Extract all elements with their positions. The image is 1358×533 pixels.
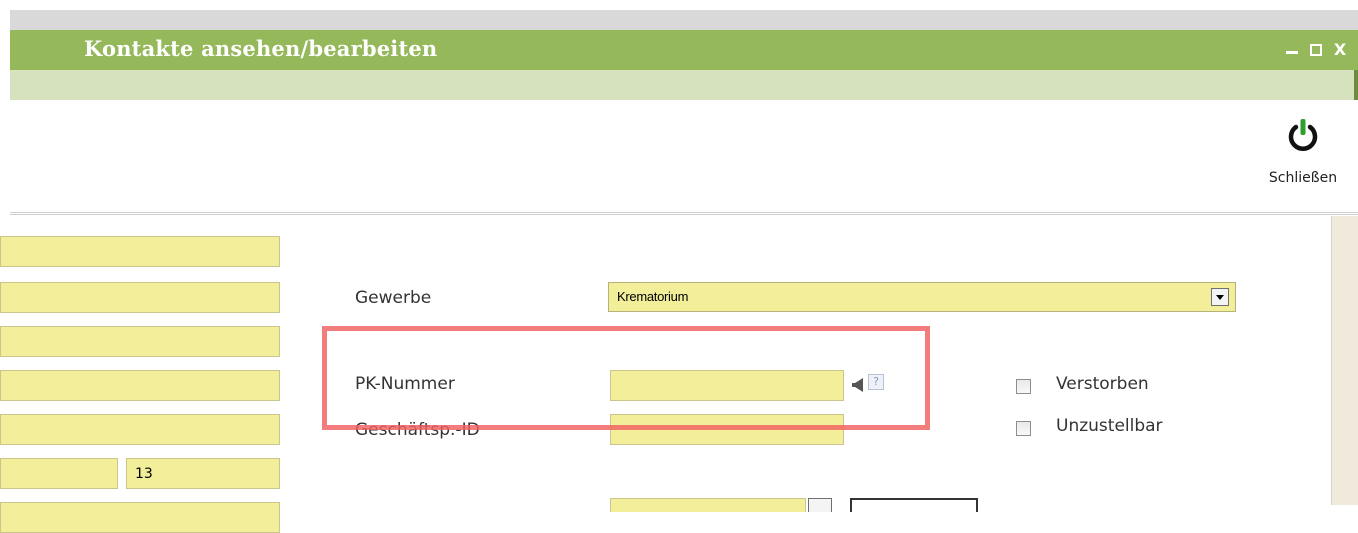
left-field-5[interactable] [0,414,280,445]
gewerbe-value: Krematorium [617,289,689,304]
geschaeftsp-id-label: Geschäftsp.-ID [355,420,480,440]
left-field-1[interactable] [0,236,280,267]
geschaeftsp-id-input[interactable] [610,414,844,445]
unzustellbar-checkbox[interactable] [1016,421,1031,436]
verstorben-label: Verstorben [1056,374,1149,394]
left-field-8[interactable] [0,502,280,533]
left-field-2[interactable] [0,282,280,313]
bottom-select-arrow-partial[interactable] [808,498,832,512]
chevron-down-icon[interactable] [1211,288,1229,306]
window-subbar [10,70,1358,100]
house-number-field[interactable] [126,458,280,489]
top-strip [0,0,1358,30]
bottom-button-partial[interactable] [850,498,978,512]
help-icon[interactable]: ? [868,374,884,390]
pk-nummer-input[interactable] [610,370,844,401]
contact-form: Gewerbe Krematorium PK-Nummer ? Geschäft… [0,216,1358,533]
left-field-3[interactable] [0,326,280,357]
left-field-4[interactable] [0,370,280,401]
window-controls: X [1284,42,1348,58]
pk-nummer-label: PK-Nummer [355,374,455,394]
unzustellbar-label: Unzustellbar [1056,416,1163,436]
toolbar: Schließen [10,100,1358,215]
bottom-select-partial[interactable] [610,498,806,512]
gewerbe-select[interactable]: Krematorium [608,282,1236,312]
close-button[interactable]: Schließen [1248,118,1358,188]
verstorben-checkbox[interactable] [1016,379,1031,394]
left-field-6[interactable] [0,458,118,489]
window-title: Kontakte ansehen/bearbeiten [84,36,438,61]
gewerbe-label: Gewerbe [355,288,432,308]
window-titlebar[interactable]: Kontakte ansehen/bearbeiten X [10,30,1358,70]
vertical-scrollbar[interactable] [1331,216,1358,505]
maximize-button[interactable] [1308,42,1324,58]
close-window-button[interactable]: X [1332,42,1348,58]
speaker-icon[interactable] [852,378,864,392]
minimize-button[interactable] [1284,42,1300,58]
power-icon [1288,119,1318,151]
top-grey-bar [10,10,1358,30]
close-button-label: Schließen [1268,170,1338,186]
contacts-window: Kontakte ansehen/bearbeiten X Schließen … [0,30,1358,533]
